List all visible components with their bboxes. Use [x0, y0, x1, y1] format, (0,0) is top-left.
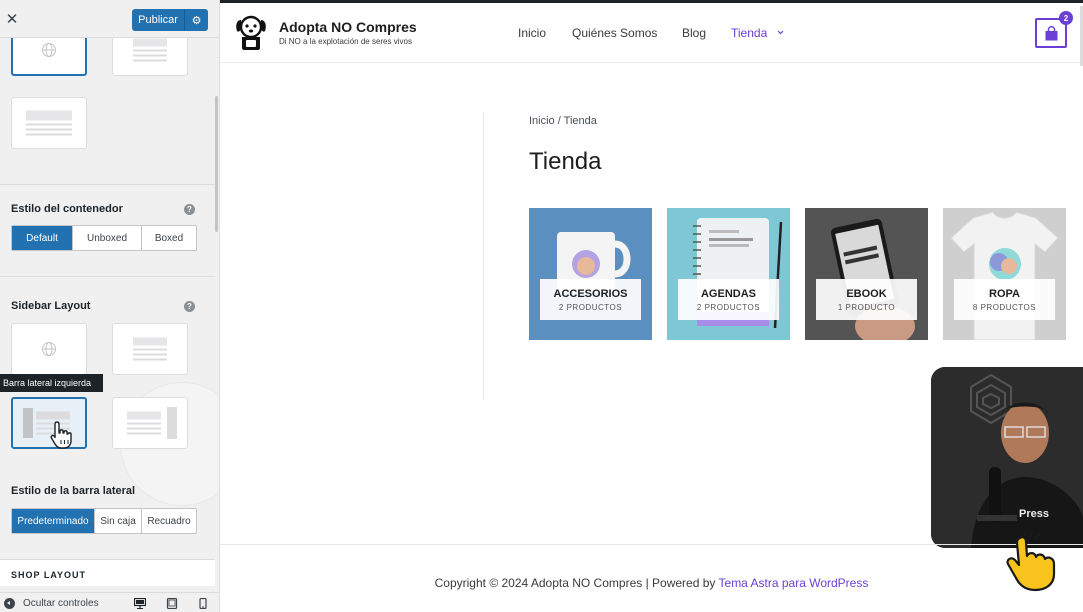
site-preview: Adopta NO Compres Di NO a la explotación…: [220, 0, 1083, 612]
sidebar-style-boxed[interactable]: Recuadro: [142, 509, 196, 533]
customizer-footer: Ocultar controles: [0, 592, 219, 612]
sidebar-layout-default[interactable]: [11, 323, 87, 375]
container-style-title: Estilo del contenedor: [11, 203, 123, 215]
sidebar-layout-none[interactable]: [112, 323, 188, 375]
sidebar-layout-right[interactable]: [112, 397, 188, 449]
layout-preview-lines: [133, 36, 167, 65]
category-name: EBOOK: [846, 288, 887, 300]
sidebar-style-unboxed[interactable]: Sin caja: [95, 509, 142, 533]
pointing-hand-icon: [1006, 530, 1056, 592]
webcam-person-image: Press: [931, 367, 1083, 548]
category-count: 2 PRODUCTOS: [558, 303, 623, 312]
sidebar-block: [23, 408, 33, 438]
footer-copyright: Copyright © 2024 Adopta NO Compres | Pow…: [220, 576, 1083, 590]
left-sidebar-divider: [483, 112, 484, 400]
hand-cursor-icon: [50, 421, 72, 449]
category-card-ropa[interactable]: ROPA 8 PRODUCTOS: [943, 208, 1066, 340]
collapse-arrow-icon[interactable]: [4, 598, 15, 609]
container-style-boxed[interactable]: Boxed: [142, 226, 196, 250]
breadcrumb[interactable]: Inicio / Tienda: [529, 115, 597, 127]
layout-preview-lines: [127, 409, 162, 438]
sidebar-style-control: Predeterminado Sin caja Recuadro: [11, 508, 197, 534]
footer-divider: [220, 544, 1083, 545]
globe-icon: [42, 342, 56, 356]
category-name: AGENDAS: [700, 288, 756, 300]
cart-button[interactable]: 2: [1035, 11, 1073, 48]
close-customizer-button[interactable]: ✕: [0, 0, 24, 38]
gear-icon[interactable]: ⚙: [184, 9, 208, 31]
customizer-header: ✕ Publicar ⚙: [0, 0, 219, 38]
category-label: AGENDAS 2 PRODUCTOS: [678, 279, 779, 320]
mobile-icon[interactable]: [197, 598, 209, 609]
category-name: ACCESORIOS: [553, 288, 628, 300]
site-title[interactable]: Adopta NO Compres: [279, 19, 417, 35]
category-count: 1 PRODUCTO: [837, 303, 896, 312]
hide-controls-link[interactable]: Ocultar controles: [23, 598, 99, 609]
tablet-icon[interactable]: [166, 598, 178, 609]
theme-credit-link[interactable]: Tema Astra para WordPress: [719, 576, 869, 590]
copyright-text: Copyright © 2024 Adopta NO Compres | Pow…: [434, 576, 719, 590]
shopping-bag-icon: [1045, 26, 1058, 41]
help-icon[interactable]: ?: [184, 204, 195, 215]
sidebar-style-title: Estilo de la barra lateral: [11, 485, 136, 497]
layout-preview-lines: [26, 108, 72, 139]
site-tagline: Di NO a la explotación de seres vivos: [279, 37, 412, 46]
svg-text:Press: Press: [1019, 508, 1049, 520]
category-card-agendas[interactable]: AGENDAS 2 PRODUCTOS: [667, 208, 790, 340]
container-style-control: Default Unboxed Boxed: [11, 225, 197, 251]
nav-inicio[interactable]: Inicio: [518, 26, 546, 40]
customizer-panel: ✕ Publicar ⚙ Estilo del contenedor ? Def…: [0, 0, 220, 612]
webcam-overlay: Press: [931, 367, 1083, 548]
divider: [0, 184, 215, 185]
category-name: ROPA: [989, 288, 1020, 300]
page-title: Tienda: [529, 148, 602, 175]
cart-count-badge: 2: [1059, 11, 1073, 25]
nav-blog[interactable]: Blog: [682, 26, 706, 40]
tshirt-image: [943, 208, 1066, 340]
sidebar-block: [167, 407, 177, 439]
publish-button[interactable]: Publicar ⚙: [132, 9, 208, 31]
customizer-scrollbar[interactable]: [215, 96, 218, 232]
chevron-down-icon[interactable]: [777, 29, 784, 36]
container-style-default[interactable]: Default: [12, 226, 73, 250]
desktop-icon[interactable]: [134, 598, 146, 609]
category-label: ACCESORIOS 2 PRODUCTOS: [540, 279, 641, 320]
planner-image: [667, 208, 790, 340]
shop-layout-section[interactable]: SHOP LAYOUT: [0, 559, 215, 586]
nav-tienda[interactable]: Tienda: [731, 26, 767, 40]
ebook-image: [805, 208, 928, 340]
layout-preview-lines: [133, 335, 167, 364]
help-icon[interactable]: ?: [184, 301, 195, 312]
layout-option-full-width[interactable]: [11, 97, 87, 149]
category-label: ROPA 8 PRODUCTOS: [954, 279, 1055, 320]
sidebar-layout-title: Sidebar Layout: [11, 300, 91, 312]
globe-icon: [42, 43, 56, 57]
category-count: 2 PRODUCTOS: [696, 303, 761, 312]
category-count: 8 PRODUCTOS: [972, 303, 1037, 312]
sidebar-style-default[interactable]: Predeterminado: [12, 509, 95, 533]
publish-label: Publicar: [138, 14, 178, 26]
nav-quienes-somos[interactable]: Quiénes Somos: [572, 26, 657, 40]
divider: [0, 276, 215, 277]
category-card-accesorios[interactable]: ACCESORIOS 2 PRODUCTOS: [529, 208, 652, 340]
category-label: EBOOK 1 PRODUCTO: [816, 279, 917, 320]
category-card-ebook[interactable]: EBOOK 1 PRODUCTO: [805, 208, 928, 340]
container-style-unboxed[interactable]: Unboxed: [73, 226, 142, 250]
dog-logo-icon[interactable]: [234, 13, 268, 51]
mug-image: [529, 208, 652, 340]
site-header: Adopta NO Compres Di NO a la explotación…: [220, 3, 1083, 66]
sidebar-layout-tooltip: Barra lateral izquierda: [0, 374, 103, 392]
